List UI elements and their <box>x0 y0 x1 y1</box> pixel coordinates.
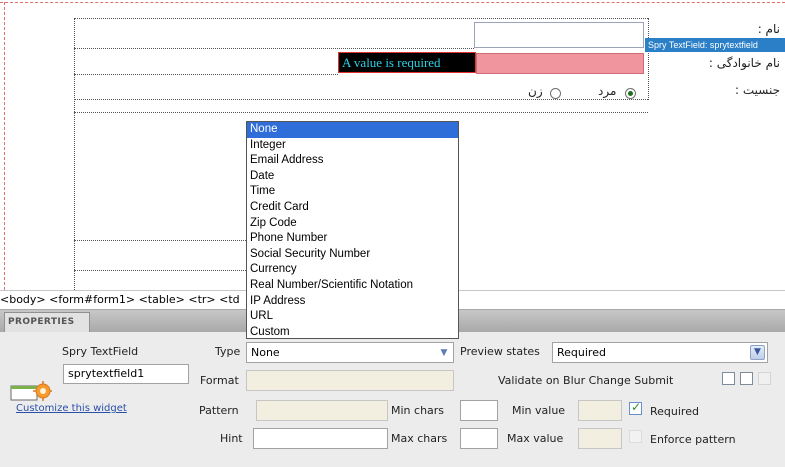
type-option[interactable]: Custom <box>247 325 458 341</box>
table-row-divider <box>74 112 648 113</box>
min-chars-label: Min chars <box>391 404 445 417</box>
max-chars-field[interactable] <box>460 428 498 449</box>
gender-label: جنسیت : <box>734 83 780 97</box>
name-input[interactable] <box>474 22 644 48</box>
required-label: Required <box>650 405 699 418</box>
preview-states-label: Preview states <box>460 345 540 358</box>
spry-textfield-icon <box>10 381 52 401</box>
chevron-down-icon: ▼ <box>750 345 765 360</box>
name-label: نام : <box>757 22 780 36</box>
type-option[interactable]: Credit Card <box>247 200 458 216</box>
format-select[interactable] <box>246 370 454 391</box>
validate-on-label: Validate on Blur Change Submit <box>498 374 674 387</box>
enforce-pattern-label: Enforce pattern <box>650 433 736 446</box>
max-value-field[interactable] <box>578 428 622 449</box>
gender-female-label: زن <box>528 84 543 98</box>
type-option[interactable]: None <box>247 122 458 138</box>
gender-female-radio[interactable] <box>550 88 561 99</box>
table-row-divider <box>74 270 246 271</box>
type-option[interactable]: Phone Number <box>247 231 458 247</box>
properties-tab[interactable]: PROPERTIES <box>4 312 90 332</box>
table-row-divider <box>74 99 648 100</box>
submit-label: Submit <box>634 374 674 387</box>
format-label: Format <box>200 374 239 387</box>
max-value-label: Max value <box>507 432 564 445</box>
gender-male-label: مرد <box>598 84 617 98</box>
chevron-down-icon: ▼ <box>440 348 448 358</box>
gender-male-radio[interactable] <box>625 88 636 99</box>
change-label: Change <box>588 374 631 387</box>
submit-checkbox[interactable] <box>758 372 771 385</box>
preview-states-value: Required <box>557 346 606 359</box>
last-name-label: نام خانوادگی : <box>708 56 780 70</box>
table-column-divider <box>74 18 75 290</box>
hint-label: Hint <box>220 432 243 445</box>
min-chars-field[interactable] <box>460 400 498 421</box>
type-select-value: None <box>251 346 280 359</box>
tag-selector-path[interactable]: <body> <form#form1> <table> <tr> <td <box>0 293 240 306</box>
type-option[interactable]: IP Address <box>247 294 458 310</box>
type-option[interactable]: Social Security Number <box>247 247 458 263</box>
change-checkbox[interactable] <box>740 372 753 385</box>
required-checkbox[interactable] <box>629 400 642 415</box>
preview-states-select[interactable]: Required ▼ <box>552 342 768 363</box>
type-option[interactable]: Real Number/Scientific Notation <box>247 278 458 294</box>
form-boundary-left <box>4 2 5 290</box>
min-value-label: Min value <box>512 404 566 417</box>
type-dropdown-list[interactable]: None Integer Email Address Date Time Credit C… <box>246 121 459 339</box>
table-row-divider <box>74 48 474 49</box>
widget-title: Spry TextField <box>62 345 139 358</box>
type-label: Type <box>215 345 241 358</box>
type-option[interactable]: Zip Code <box>247 216 458 232</box>
table-row-divider <box>74 74 338 75</box>
pattern-label: Pattern <box>199 404 239 417</box>
type-option[interactable]: Currency <box>247 262 458 278</box>
last-name-input[interactable] <box>476 53 644 74</box>
type-option[interactable]: URL <box>247 309 458 325</box>
type-option[interactable]: Date <box>247 169 458 185</box>
widget-id-field[interactable]: sprytextfield1 <box>63 364 189 384</box>
type-option[interactable]: Email Address <box>247 153 458 169</box>
blur-label: Blur <box>563 374 586 387</box>
type-option[interactable]: Time <box>247 184 458 200</box>
table-row-divider <box>74 240 246 241</box>
enforce-pattern-checkbox[interactable] <box>629 430 642 443</box>
validation-error-message: A value is required <box>338 52 476 73</box>
type-option[interactable]: Integer <box>247 138 458 154</box>
customize-widget-link[interactable]: Customize this widget <box>16 403 127 414</box>
table-row-divider <box>74 18 648 19</box>
form-boundary-top <box>0 2 785 3</box>
hint-field[interactable] <box>253 428 388 449</box>
type-select[interactable]: None ▼ <box>246 342 454 363</box>
min-value-field[interactable] <box>578 400 622 421</box>
max-chars-label: Max chars <box>391 432 448 445</box>
pattern-field[interactable] <box>256 400 388 421</box>
spry-textfield-tag[interactable]: Spry TextField: sprytextfield <box>645 38 785 52</box>
blur-checkbox[interactable] <box>722 372 735 385</box>
